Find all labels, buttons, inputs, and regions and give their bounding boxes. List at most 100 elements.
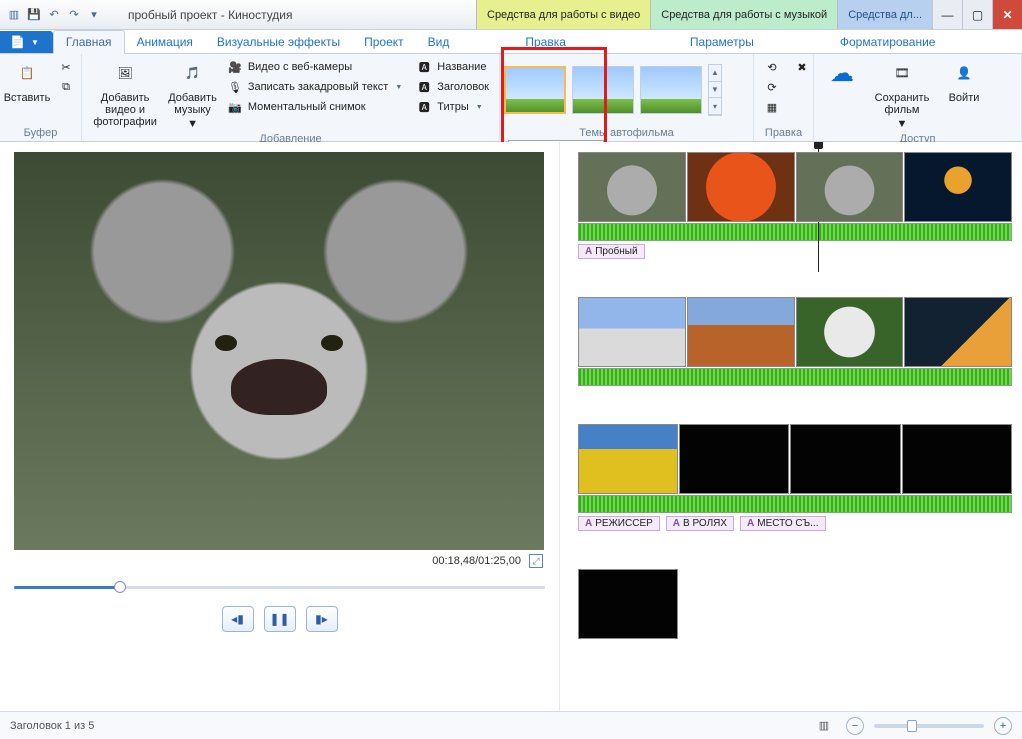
timeline-clip[interactable] [578,424,678,494]
cut-button[interactable]: ✂ [54,58,78,76]
pause-button[interactable]: ❚❚ [264,606,296,632]
tab-home[interactable]: Главная [53,30,125,54]
audio-track[interactable] [578,495,1012,513]
zoom-slider[interactable] [874,724,984,728]
window-title: пробный проект - Киностудия [128,8,293,22]
minimize-button[interactable]: — [932,0,962,29]
ribbon-group-edit: ⟲ ⟳ ▦ ✖ Правка [754,54,814,141]
theme-default[interactable] [504,66,566,114]
save-icon[interactable]: 💾 [26,7,42,23]
preview-pane: 00:18,48/01:25,00 ⤢ ◂▮ ❚❚ ▮▸ [0,142,560,711]
clipboard-icon: 📋 [11,58,43,90]
timeline-clip[interactable] [578,152,686,222]
context-tab-music-tools[interactable]: Средства для работы с музыкой [650,0,837,29]
copy-button[interactable]: ⧉ [54,78,78,96]
caption-marker[interactable]: AВ РОЛЯХ [666,516,734,531]
qat-more-icon[interactable]: ▾ [86,7,102,23]
add-music-button[interactable]: 🎵 Добавить музыку ▼ [168,56,217,130]
undo-icon[interactable]: ↶ [46,7,62,23]
timeline-clip[interactable] [687,152,795,222]
tab-params[interactable]: Параметры [678,31,766,53]
close-button[interactable]: ✕ [992,0,1022,29]
snapshot-button[interactable]: 📷Моментальный снимок [223,98,406,116]
caption-icon: 🅰 [416,79,432,95]
microphone-icon: 🎙 [227,79,243,95]
quick-access-toolbar: ▥ 💾 ↶ ↷ ▾ [0,7,118,23]
audio-track[interactable] [578,368,1012,386]
maximize-button[interactable]: ▢ [962,0,992,29]
caption-marker[interactable]: AМЕСТО СЪ... [740,516,825,531]
timeline-clip[interactable] [902,424,1012,494]
timeline-clip[interactable] [578,569,678,639]
audio-track[interactable] [578,223,1012,241]
file-menu-icon: 📄 [10,35,25,49]
sign-in-button[interactable]: 👤 Войти [940,56,988,104]
add-caption-button[interactable]: 🅰Заголовок [412,78,493,96]
add-video-photo-button[interactable]: 🖼 Добавить видео и фотографии [88,56,162,128]
rotate-right-button[interactable]: ⟳ [760,78,784,96]
title-icon: 🅰 [416,59,432,75]
tab-view[interactable]: Вид [416,31,462,53]
timeline-clip[interactable] [904,297,1012,367]
prev-frame-button[interactable]: ◂▮ [222,606,254,632]
timeline-row-3: AРЕЖИССЕР AВ РОЛЯХ AМЕСТО СЪ... [578,424,1012,531]
timeline-row-2 [578,297,1012,386]
timeline-clip[interactable] [578,297,686,367]
chevron-down-icon: ▼ [31,38,39,47]
timeline-clip[interactable] [679,424,789,494]
add-title-button[interactable]: 🅰Название [412,58,493,76]
caption-marker[interactable]: AРЕЖИССЕР [578,516,660,531]
add-video-label: Добавить видео и фотографии [88,92,162,128]
tab-edit[interactable]: Правка [513,31,578,53]
zoom-out-button[interactable]: − [846,717,864,735]
credits-icon: 🅰 [416,99,432,115]
thumb-size-button[interactable]: ▥ [812,717,836,735]
tab-animation[interactable]: Анимация [125,31,205,53]
caption-marker[interactable]: AПробный [578,244,645,259]
theme-option-3[interactable] [640,66,702,114]
next-frame-button[interactable]: ▮▸ [306,606,338,632]
tab-project[interactable]: Проект [352,31,416,53]
save-movie-icon: 🎞 [886,58,918,90]
redo-icon[interactable]: ↷ [66,7,82,23]
timeline-clip[interactable] [796,297,904,367]
image-icon: 🖼 [109,58,141,90]
timeline-clip[interactable] [796,152,904,222]
timeline-clip[interactable] [687,297,795,367]
narration-button[interactable]: 🎙Записать закадровый текст▼ [223,78,406,96]
group-label-buffer: Буфер [0,126,81,141]
file-menu-tab[interactable]: 📄▼ [0,31,53,53]
preview-monitor[interactable] [14,152,544,550]
theme-gallery-scroll[interactable]: ▲▼▾ [708,64,722,116]
contextual-tab-headers: Средства для работы с видео Средства для… [476,0,932,29]
context-tab-video-tools[interactable]: Средства для работы с видео [476,0,650,29]
timeline-clip[interactable] [904,152,1012,222]
fullscreen-icon[interactable]: ⤢ [529,554,543,568]
timeline-row-4 [578,569,1012,639]
tab-effects[interactable]: Визуальные эффекты [205,31,352,53]
context-tab-text-tools[interactable]: Средства дл... [837,0,932,29]
zoom-in-button[interactable]: + [994,717,1012,735]
webcam-button[interactable]: 🎥Видео с веб-камеры [223,58,406,76]
save-movie-label: Сохранить фильм [870,92,934,116]
status-caption-counter: Заголовок 1 из 5 [10,720,94,732]
save-movie-button[interactable]: 🎞 Сохранить фильм ▼ [870,56,934,130]
qat-app-icon[interactable]: ▥ [6,7,22,23]
paste-button[interactable]: 📋 Вставить [6,56,48,104]
thumbnails-icon: ▥ [816,718,832,734]
ribbon-tab-strip: 📄▼ Главная Анимация Визуальные эффекты П… [0,30,1022,54]
select-all-button[interactable]: ▦ [760,98,784,116]
rotate-left-button[interactable]: ⟲ [760,58,784,76]
theme-option-2[interactable] [572,66,634,114]
select-icon: ▦ [764,99,780,115]
title-bar: ▥ 💾 ↶ ↷ ▾ пробный проект - Киностудия Ср… [0,0,1022,30]
ribbon: 📋 Вставить ✂ ⧉ Буфер 🖼 Добавить видео и … [0,54,1022,142]
ribbon-group-buffer: 📋 Вставить ✂ ⧉ Буфер [0,54,82,141]
timeline-clip[interactable] [790,424,900,494]
timeline-pane[interactable]: AПробный AРЕЖИССЕР AВ РОЛЯХ [560,142,1022,711]
tab-format[interactable]: Форматирование [828,31,948,53]
skydrive-button[interactable]: ☁ [820,56,864,90]
seek-bar[interactable] [14,578,545,596]
remove-button[interactable]: ✖ [790,58,814,76]
add-credits-button[interactable]: 🅰Титры▼ [412,98,493,116]
